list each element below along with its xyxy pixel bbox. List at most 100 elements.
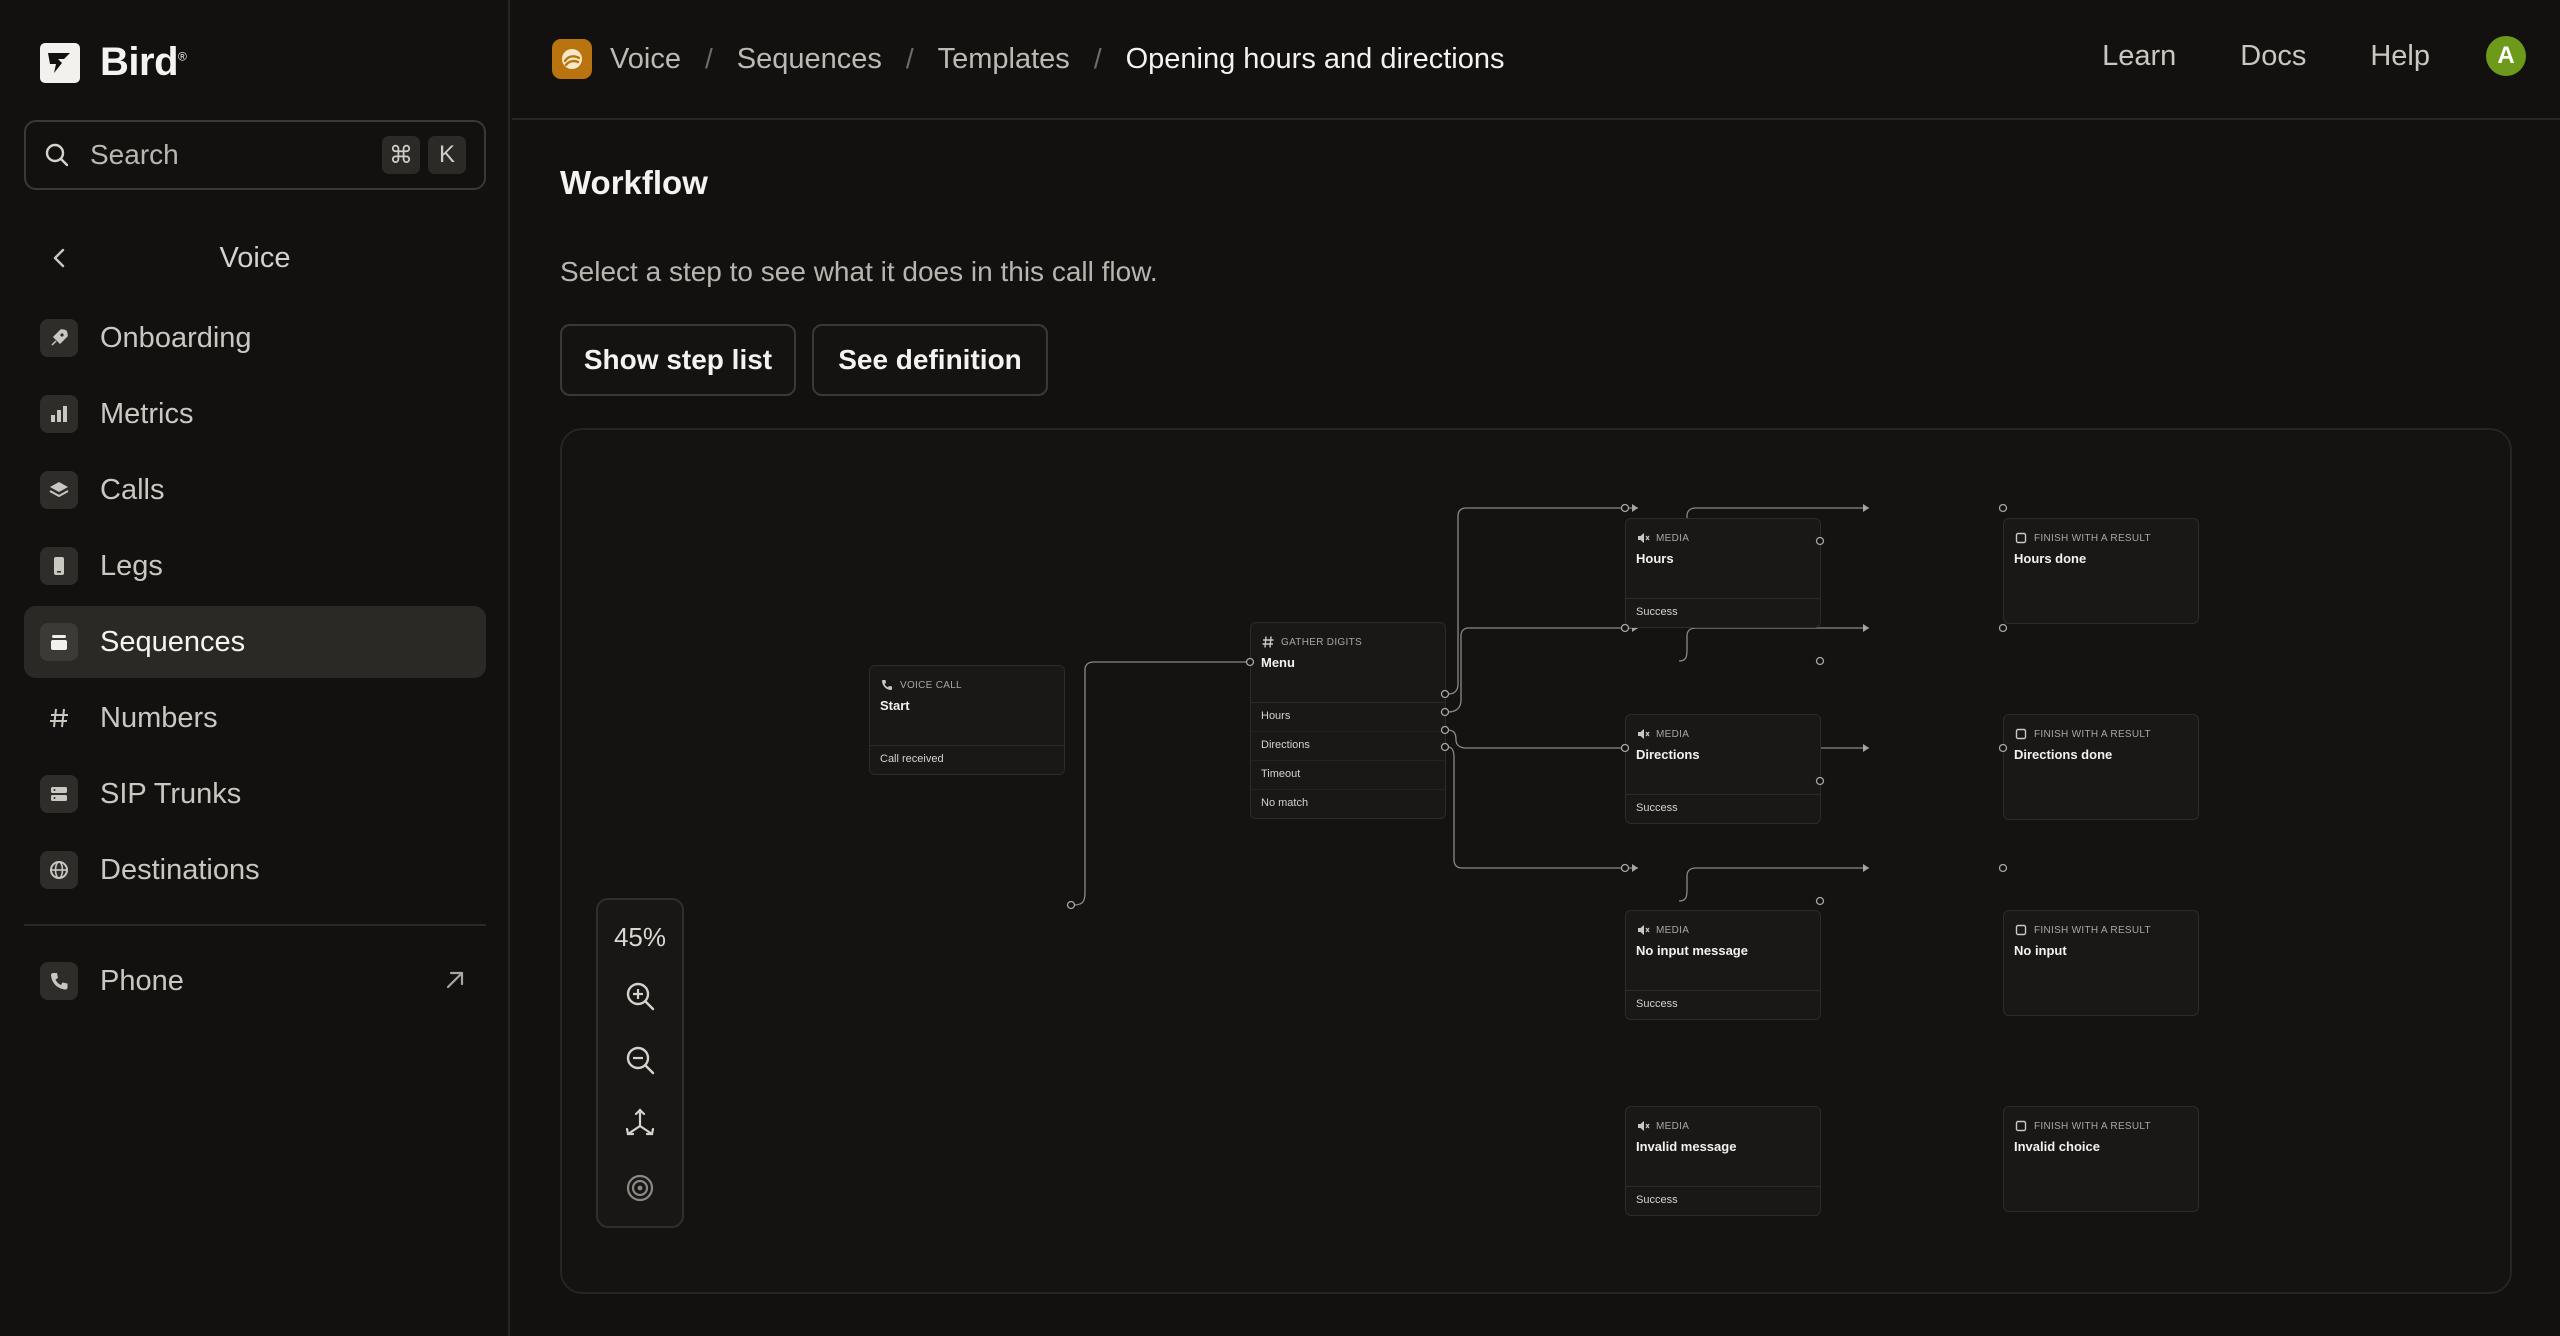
phone-call-icon bbox=[882, 680, 892, 690]
breadcrumb: Voice / Sequences / Templates / Opening … bbox=[552, 38, 1504, 80]
arrowhead bbox=[1632, 864, 1638, 872]
external-link-icon bbox=[446, 971, 464, 989]
node-output-row[interactable]: Success bbox=[1626, 795, 1820, 823]
breadcrumb-separator: / bbox=[905, 43, 914, 74]
sidebar-section-title: Voice bbox=[219, 242, 291, 274]
connector-start-menu bbox=[1073, 661, 1256, 906]
node-type-label: Finish with a result bbox=[2034, 729, 2151, 740]
output-label: Call received bbox=[880, 753, 944, 765]
flow-node-media-invalid[interactable]: Media Invalid message Success bbox=[1625, 1106, 1821, 1216]
breadcrumb-separator: / bbox=[704, 43, 713, 74]
zoom-level: 45% bbox=[613, 922, 667, 952]
center-target-icon[interactable] bbox=[622, 1170, 658, 1206]
output-label: Success bbox=[1636, 606, 1678, 618]
sidebar-item-destinations[interactable]: Destinations bbox=[24, 834, 486, 906]
see-definition-button[interactable]: See definition bbox=[812, 324, 1048, 396]
node-output-row[interactable]: Success bbox=[1626, 1187, 1820, 1215]
node-output-row[interactable]: Success bbox=[1626, 991, 1820, 1019]
node-output-row[interactable]: Success bbox=[1626, 599, 1820, 627]
node-type-label: Voice call bbox=[900, 680, 962, 691]
node-output-row[interactable]: Call received bbox=[870, 746, 1064, 774]
sidebar-item-legs[interactable]: Legs bbox=[24, 530, 486, 602]
flow-node-finish-invalid[interactable]: Finish with a result Invalid choice bbox=[2003, 1106, 2199, 1212]
flow-node-media-no-input[interactable]: Media No input message Success bbox=[1625, 910, 1821, 1020]
sidebar-divider bbox=[24, 924, 486, 926]
connector-directions bbox=[1447, 627, 1638, 713]
output-label: No match bbox=[1261, 797, 1309, 809]
flow-connectors bbox=[1073, 504, 1869, 906]
help-link[interactable]: Help bbox=[2370, 40, 2430, 73]
node-name: Hours done bbox=[2014, 551, 2087, 566]
flow-node-finish-hours[interactable]: Finish with a result Hours done bbox=[2003, 518, 2199, 624]
search-input[interactable]: Search ⌘ K bbox=[24, 120, 486, 190]
breadcrumb-sequences[interactable]: Sequences bbox=[737, 43, 882, 76]
sidebar-item-phone[interactable]: Phone bbox=[24, 945, 486, 1017]
brand-logo[interactable]: Bird® bbox=[40, 40, 187, 85]
flow-node-finish-directions[interactable]: Finish with a result Directions done bbox=[2003, 714, 2199, 820]
zoom-controls: 45% bbox=[596, 898, 684, 1228]
node-output-row[interactable]: Directions bbox=[1251, 732, 1445, 761]
flow-node-menu[interactable]: Gather digits Menu Hours Directions Time… bbox=[1250, 622, 1446, 819]
flow-node-media-hours[interactable]: Media Hours Success bbox=[1625, 518, 1821, 628]
connector-no-match bbox=[1447, 746, 1638, 869]
sidebar-item-label: Onboarding bbox=[100, 321, 252, 354]
breadcrumb-voice[interactable]: Voice bbox=[610, 43, 681, 76]
brand-name: Bird® bbox=[100, 40, 187, 84]
sidebar-item-label: Metrics bbox=[100, 397, 194, 430]
arrowhead bbox=[1863, 624, 1869, 632]
breadcrumb-separator: / bbox=[1093, 43, 1102, 74]
search-placeholder: Search bbox=[90, 139, 179, 170]
connector-timeout bbox=[1447, 729, 1638, 749]
sidebar-item-sip-trunks[interactable]: SIP Trunks bbox=[24, 758, 486, 830]
breadcrumb-templates[interactable]: Templates bbox=[938, 43, 1070, 76]
flow-node-media-directions[interactable]: Media Directions Success bbox=[1625, 714, 1821, 824]
arrowhead bbox=[1863, 744, 1869, 752]
sidebar-item-calls[interactable]: Calls bbox=[24, 454, 486, 526]
node-name: Directions done bbox=[2014, 747, 2113, 762]
output-label: Success bbox=[1636, 802, 1678, 814]
node-output-row[interactable]: Hours bbox=[1251, 703, 1445, 732]
sidebar-item-numbers[interactable]: Numbers bbox=[24, 682, 486, 754]
globe-icon bbox=[40, 851, 78, 889]
node-output-row[interactable]: No match bbox=[1251, 790, 1445, 818]
flow-node-start[interactable]: Voice call Start Call received bbox=[869, 665, 1065, 775]
node-name: Directions bbox=[1636, 747, 1700, 762]
node-name: Invalid choice bbox=[2014, 1139, 2100, 1154]
sidebar-item-metrics[interactable]: Metrics bbox=[24, 378, 486, 450]
zoom-out-icon[interactable] bbox=[622, 1042, 658, 1078]
zoom-in-icon[interactable] bbox=[622, 978, 658, 1014]
show-step-list-button[interactable]: Show step list bbox=[560, 324, 796, 396]
header-links: Learn Docs Help A bbox=[2102, 36, 2526, 76]
breadcrumb-current: Opening hours and directions bbox=[1125, 42, 1505, 75]
square-icon bbox=[2015, 1120, 2027, 1132]
sidebar: Bird® Search ⌘ K Voice Onboarding Metric… bbox=[0, 0, 510, 1336]
fit-view-icon[interactable] bbox=[622, 1106, 658, 1142]
sidebar-item-onboarding[interactable]: Onboarding bbox=[24, 302, 486, 374]
sidebar-section-header: Voice bbox=[24, 236, 486, 280]
output-label: Success bbox=[1636, 1194, 1678, 1206]
learn-link[interactable]: Learn bbox=[2102, 40, 2176, 73]
bar-chart-icon bbox=[40, 395, 78, 433]
square-icon bbox=[2015, 728, 2027, 740]
arrowhead bbox=[1632, 504, 1638, 512]
rocket-icon bbox=[40, 319, 78, 357]
output-label: Hours bbox=[1261, 710, 1291, 722]
phone-device-icon bbox=[40, 547, 78, 585]
sidebar-item-label: Phone bbox=[100, 964, 184, 997]
docs-link[interactable]: Docs bbox=[2240, 40, 2306, 73]
avatar[interactable]: A bbox=[2486, 36, 2526, 76]
speaker-icon bbox=[1638, 925, 1650, 935]
hash-icon bbox=[1262, 636, 1274, 648]
phone-icon bbox=[40, 962, 78, 1000]
page-title: Workflow bbox=[560, 164, 708, 201]
sidebar-item-sequences[interactable]: Sequences bbox=[24, 606, 486, 678]
top-header: Voice / Sequences / Templates / Opening … bbox=[512, 0, 2560, 120]
flow-node-finish-no-input[interactable]: Finish with a result No input bbox=[2003, 910, 2199, 1016]
hash-icon bbox=[40, 699, 78, 737]
node-output-row[interactable]: Timeout bbox=[1251, 761, 1445, 790]
node-type-label: Media bbox=[1656, 1121, 1690, 1132]
stack-icon bbox=[40, 623, 78, 661]
sidebar-item-label: SIP Trunks bbox=[100, 777, 242, 810]
workflow-canvas[interactable]: Voice call Start Call received Gather di… bbox=[560, 428, 2512, 1294]
arrowhead bbox=[1863, 504, 1869, 512]
